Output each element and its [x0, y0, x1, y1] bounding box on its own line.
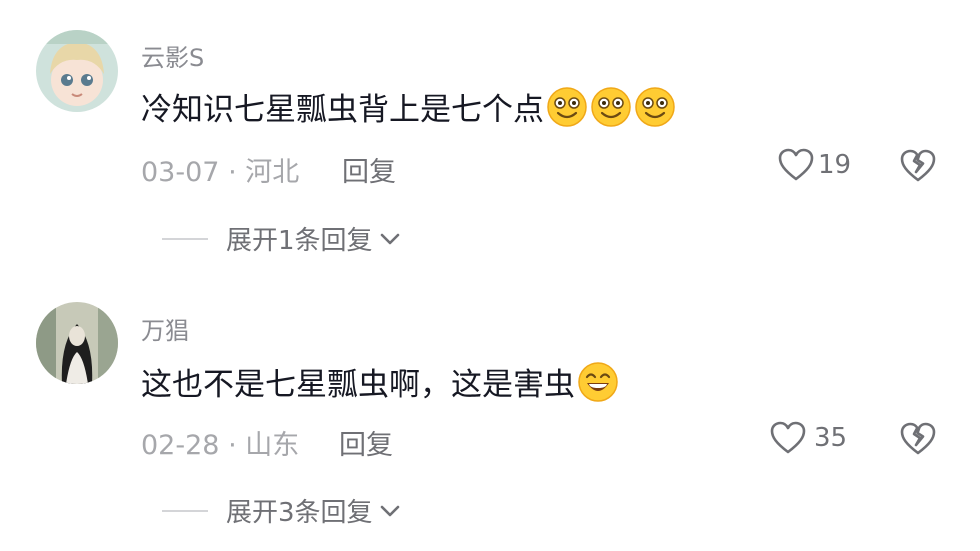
comment-location: 河北	[245, 157, 300, 188]
comment-username[interactable]: 万猖	[141, 311, 189, 346]
heart-outline-icon	[770, 421, 806, 454]
comment-meta: 03-07 · 河北	[141, 150, 299, 189]
like-count: 19	[818, 150, 852, 180]
comment-item: 云影S 冷知识七星瓢虫背上是七个点 03-07 · 河北 回复 19 展开1条回…	[0, 0, 980, 275]
grin-emoji-icon	[578, 361, 618, 402]
smile-emoji-icon	[547, 86, 587, 127]
chevron-down-icon	[380, 233, 399, 244]
like-button[interactable]: 19	[778, 148, 851, 182]
comment-date: 02-28	[141, 430, 220, 461]
heart-outline-icon	[778, 148, 814, 181]
comment-text: 冷知识七星瓢虫背上是七个点	[141, 84, 676, 129]
comment-text: 这也不是七星瓢虫啊，这是害虫	[141, 359, 619, 404]
broken-heart-icon[interactable]	[900, 422, 936, 456]
comment-username[interactable]: 云影S	[141, 38, 204, 73]
reply-button[interactable]: 回复	[339, 423, 393, 462]
comment-text-body: 冷知识七星瓢虫背上是七个点	[141, 92, 544, 128]
expand-divider	[162, 509, 208, 512]
smile-emoji-icon	[591, 86, 631, 127]
comment-location: 山东	[245, 430, 300, 461]
comment-meta: 02-28 · 山东	[141, 423, 299, 462]
comment-text-body: 这也不是七星瓢虫啊，这是害虫	[141, 367, 575, 403]
meta-separator: ·	[228, 430, 237, 461]
avatar[interactable]	[36, 302, 118, 384]
expand-replies-label: 展开3条回复	[226, 498, 373, 528]
expand-divider	[162, 237, 208, 240]
avatar[interactable]	[36, 30, 118, 112]
meta-separator: ·	[228, 157, 237, 188]
smile-emoji-icon	[635, 86, 675, 127]
comment-item: 万猖 这也不是七星瓢虫啊，这是害虫 02-28 · 山东 回复 35 展开3条回…	[0, 275, 980, 551]
expand-replies-button[interactable]: 展开3条回复	[162, 492, 401, 529]
like-count: 35	[814, 423, 848, 453]
like-button[interactable]: 35	[770, 421, 847, 455]
broken-heart-icon[interactable]	[900, 149, 936, 183]
comment-date: 03-07	[141, 157, 220, 188]
reply-button[interactable]: 回复	[342, 150, 396, 189]
chevron-down-icon	[380, 505, 399, 516]
expand-replies-button[interactable]: 展开1条回复	[162, 220, 401, 257]
expand-replies-label: 展开1条回复	[226, 226, 373, 256]
